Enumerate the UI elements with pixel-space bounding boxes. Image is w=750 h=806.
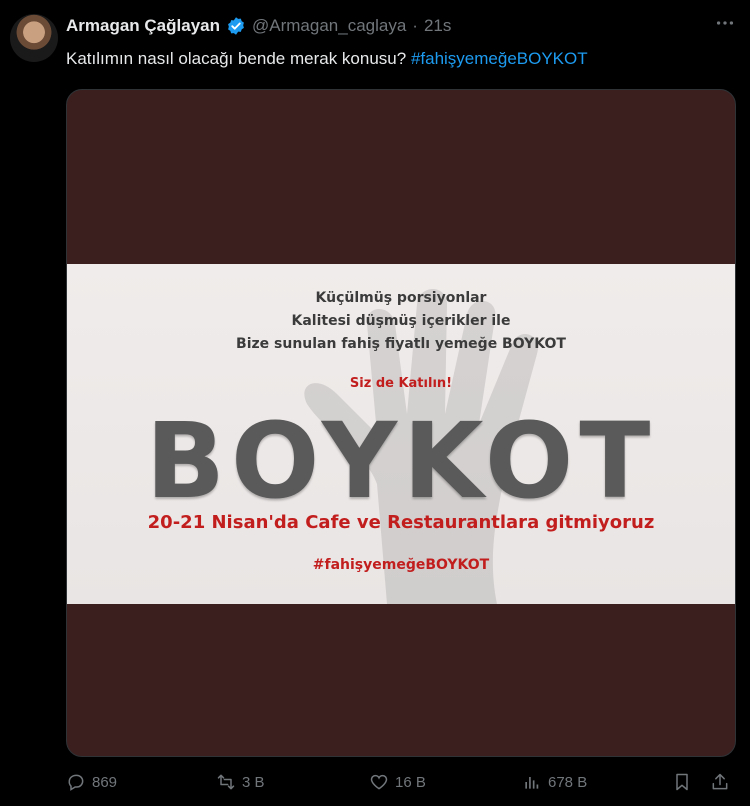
hashtag-link[interactable]: #fahişyemeğeBOYKOT: [411, 49, 588, 68]
repost-button[interactable]: 3 B: [216, 772, 265, 792]
bookmark-button[interactable]: [672, 772, 692, 792]
heart-icon: [370, 774, 388, 790]
reply-button[interactable]: 869: [66, 772, 117, 792]
tweet: Armagan Çağlayan @Armagan_caglaya · 21s …: [0, 0, 750, 806]
more-icon[interactable]: [714, 12, 736, 40]
poster-band: Küçülmüş porsiyonlar Kalitesi düşmüş içe…: [67, 264, 735, 604]
tweet-text: Katılımın nasıl olacağı bende merak konu…: [66, 49, 588, 69]
tweet-header: Armagan Çağlayan @Armagan_caglaya · 21s: [66, 16, 451, 36]
timestamp[interactable]: 21s: [424, 16, 451, 36]
poster-line-1: Küçülmüş porsiyonlar: [315, 290, 487, 306]
bookmark-icon: [676, 773, 688, 791]
poster-line-2: Kalitesi düşmüş içerikler ile: [291, 313, 511, 329]
tweet-text-body: Katılımın nasıl olacağı bende merak konu…: [66, 49, 407, 68]
views-button[interactable]: 678 B: [522, 772, 587, 792]
like-count: 16 B: [395, 773, 426, 791]
poster-call-to-action: Siz de Katılın!: [349, 376, 453, 391]
verified-badge-icon: [226, 16, 246, 36]
reply-icon: [68, 774, 84, 791]
share-icon: [712, 773, 728, 790]
poster-dates: 20-21 Nisan'da Cafe ve Restaurantlara gi…: [147, 512, 655, 533]
reply-count: 869: [92, 773, 118, 791]
view-count: 678 B: [548, 773, 588, 791]
repost-icon: [217, 774, 235, 790]
separator: ·: [412, 16, 418, 35]
action-bar: 869 3 B 16 B 678 B: [66, 772, 736, 798]
poster-line-3: Bize sunulan fahiş fiyatlı yemeğe BOYKOT: [236, 336, 566, 352]
author-name[interactable]: Armagan Çağlayan: [66, 16, 220, 36]
repost-count: 3 B: [242, 773, 265, 791]
author-handle[interactable]: @Armagan_caglaya: [252, 16, 406, 36]
poster-headline: BOYKOT: [145, 400, 657, 522]
avatar[interactable]: [10, 14, 58, 62]
analytics-icon: [525, 777, 539, 789]
like-button[interactable]: 16 B: [369, 772, 426, 792]
poster-hashtag: #fahişyemeğeBOYKOT: [312, 557, 490, 573]
share-button[interactable]: [710, 772, 730, 792]
tweet-media-image[interactable]: Küçülmüş porsiyonlar Kalitesi düşmüş içe…: [66, 89, 736, 757]
